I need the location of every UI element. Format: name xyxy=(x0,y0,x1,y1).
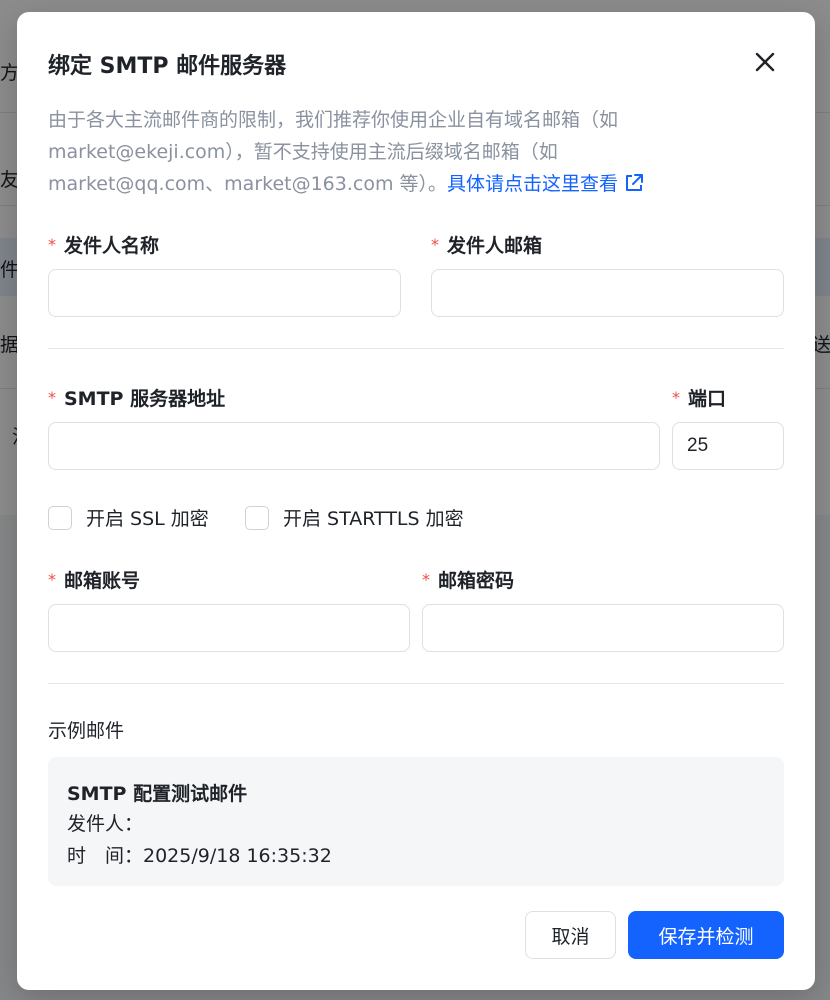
account-label: * 邮箱账号 xyxy=(48,566,140,593)
smtp-address-input[interactable] xyxy=(48,422,660,470)
password-label-text: 邮箱密码 xyxy=(438,570,515,592)
dialog-title: 绑定 SMTP 邮件服务器 xyxy=(48,54,287,79)
sample-sender-line: 发件人： xyxy=(67,813,144,835)
account-input[interactable] xyxy=(48,604,410,652)
starttls-checkbox[interactable] xyxy=(245,505,269,530)
sender-name-label: * 发件人名称 xyxy=(48,231,159,258)
password-label: * 邮箱密码 xyxy=(422,566,514,593)
smtp-dialog: 绑定 SMTP 邮件服务器 由于各大主流邮件商的限制，我们推荐你使用企业自有域名… xyxy=(17,12,815,990)
smtp-address-label-text: SMTP 服务器地址 xyxy=(64,388,226,410)
required-mark: * xyxy=(48,388,56,407)
required-mark: * xyxy=(672,388,680,407)
sender-name-label-text: 发件人名称 xyxy=(64,235,160,257)
port-label: * 端口 xyxy=(672,384,726,411)
required-mark: * xyxy=(422,570,430,589)
required-mark: * xyxy=(48,235,56,254)
external-link-icon[interactable] xyxy=(624,171,644,203)
save-and-test-button[interactable]: 保存并检测 xyxy=(628,911,784,959)
sample-time-line: 时 间：2025/9/18 16:35:32 xyxy=(67,845,332,867)
account-label-text: 邮箱账号 xyxy=(64,570,141,592)
sender-name-input[interactable] xyxy=(48,269,401,317)
sender-email-input[interactable] xyxy=(431,269,784,317)
sample-section-title: 示例邮件 xyxy=(48,720,125,742)
section-divider xyxy=(48,683,784,684)
required-mark: * xyxy=(48,570,56,589)
close-button[interactable] xyxy=(750,47,780,77)
description-link[interactable]: 具体请点击这里查看 xyxy=(447,173,618,195)
section-divider xyxy=(48,348,784,349)
ssl-checkbox-label: 开启 SSL 加密 xyxy=(86,508,209,530)
starttls-checkbox-option[interactable]: 开启 STARTTLS 加密 xyxy=(245,504,464,531)
dialog-description: 由于各大主流邮件商的限制，我们推荐你使用企业自有域名邮箱（如 market@ek… xyxy=(48,104,728,203)
smtp-address-label: * SMTP 服务器地址 xyxy=(48,384,225,411)
sample-email-preview: SMTP 配置测试邮件 发件人： 时 间：2025/9/18 16:35:32 xyxy=(48,757,784,886)
close-icon xyxy=(755,52,775,72)
ssl-checkbox-option[interactable]: 开启 SSL 加密 xyxy=(48,504,209,531)
required-mark: * xyxy=(431,235,439,254)
port-input[interactable] xyxy=(672,422,784,470)
sender-email-label-text: 发件人邮箱 xyxy=(447,235,543,257)
sender-email-label: * 发件人邮箱 xyxy=(431,231,542,258)
ssl-checkbox[interactable] xyxy=(48,505,72,530)
password-input[interactable] xyxy=(422,604,784,652)
port-label-text: 端口 xyxy=(688,388,727,410)
starttls-checkbox-label: 开启 STARTTLS 加密 xyxy=(283,508,464,530)
sample-email-title: SMTP 配置测试邮件 xyxy=(67,783,248,805)
cancel-button[interactable]: 取消 xyxy=(525,911,616,959)
